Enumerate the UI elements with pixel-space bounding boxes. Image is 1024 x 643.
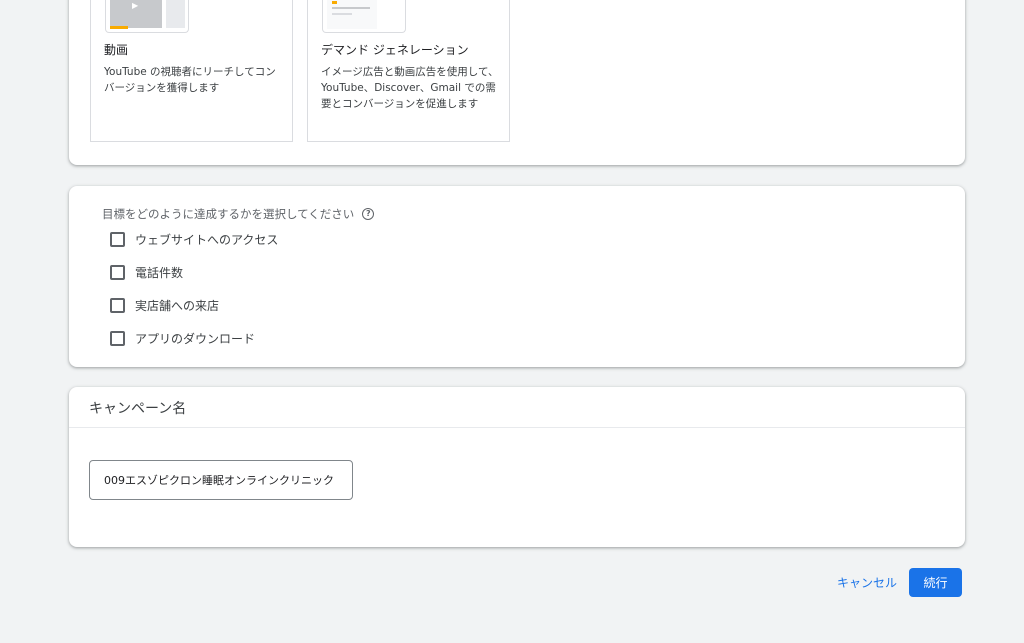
divider: [69, 427, 965, 428]
goal-option-store-visits[interactable]: 実店舗への来店: [110, 297, 219, 314]
goal-option-label: 電話件数: [135, 266, 184, 280]
campaign-name-input[interactable]: [89, 460, 353, 500]
goals-heading: 目標をどのように達成するかを選択してください ?: [102, 206, 375, 222]
goal-option-label: 実店舗への来店: [135, 299, 220, 313]
checkbox-icon[interactable]: [110, 232, 125, 247]
campaign-name-title: キャンペーン名: [89, 401, 187, 417]
campaign-type-description: イメージ広告と動画広告を使用して、YouTube、Discover、Gmail …: [321, 66, 499, 110]
goal-option-website-visits[interactable]: ウェブサイトへのアクセス: [110, 231, 278, 248]
checkbox-icon[interactable]: [110, 298, 125, 313]
goal-option-label: アプリのダウンロード: [135, 332, 256, 346]
continue-button[interactable]: 続行: [909, 568, 962, 597]
goal-option-label: ウェブサイトへのアクセス: [135, 233, 279, 247]
goal-option-app-downloads[interactable]: アプリのダウンロード: [110, 330, 255, 347]
campaign-type-card: ▶ 動画 YouTube の視聴者にリーチしてコンバージョンを獲得します デマン…: [69, 0, 965, 165]
goal-option-phone-calls[interactable]: 電話件数: [110, 264, 183, 281]
demand-gen-thumbnail-icon: [322, 0, 406, 33]
campaign-type-description: YouTube の視聴者にリーチしてコンバージョンを獲得します: [104, 66, 276, 94]
checkbox-icon[interactable]: [110, 331, 125, 346]
goals-card: 目標をどのように達成するかを選択してください ? ウェブサイトへのアクセス 電話…: [69, 186, 965, 367]
cancel-button[interactable]: キャンセル: [829, 568, 905, 597]
help-icon[interactable]: ?: [362, 208, 375, 220]
checkbox-icon[interactable]: [110, 265, 125, 280]
campaign-type-demand-gen[interactable]: デマンド ジェネレーション イメージ広告と動画広告を使用して、YouTube、D…: [307, 0, 510, 142]
campaign-type-title: デマンド ジェネレーション: [321, 43, 469, 57]
campaign-name-card: キャンペーン名: [69, 387, 965, 547]
campaign-type-video[interactable]: ▶ 動画 YouTube の視聴者にリーチしてコンバージョンを獲得します: [90, 0, 293, 142]
goals-heading-text: 目標をどのように達成するかを選択してください: [102, 207, 355, 221]
campaign-type-title: 動画: [104, 43, 129, 57]
video-thumbnail-icon: ▶: [105, 0, 189, 33]
